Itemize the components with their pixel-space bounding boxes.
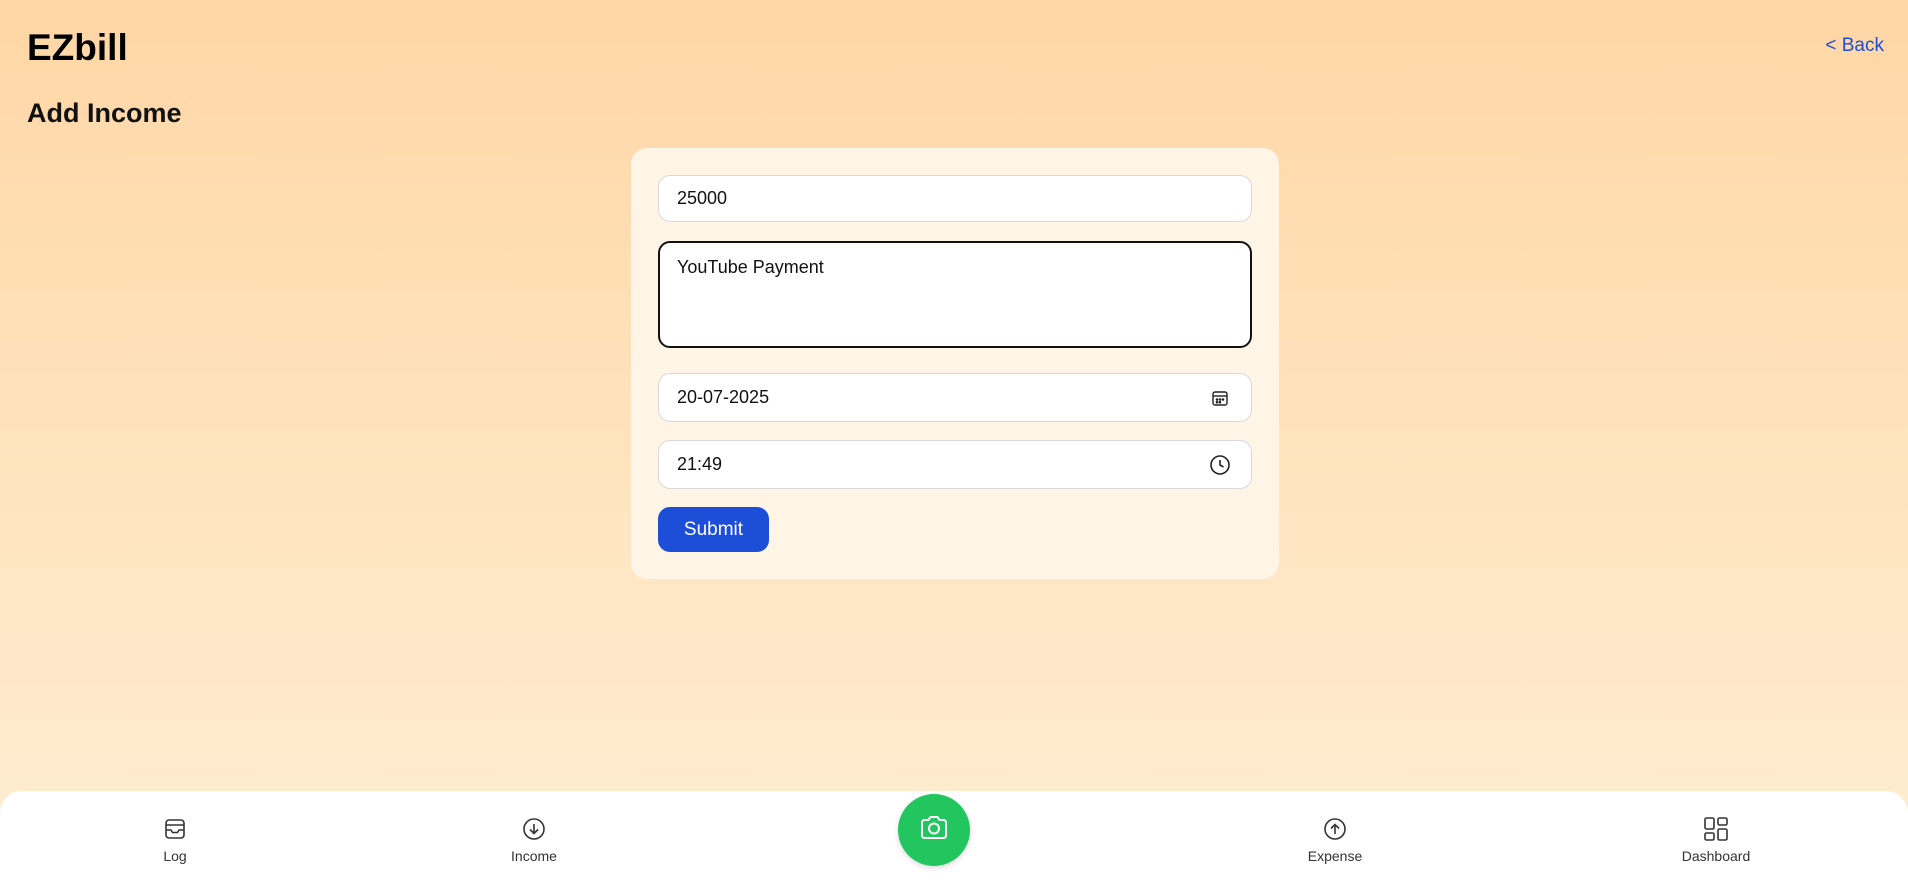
nav-label-dashboard: Dashboard	[1681, 848, 1751, 864]
description-input[interactable]: YouTube Payment	[658, 241, 1252, 348]
nav-item-log[interactable]: Log	[115, 815, 235, 864]
grid-icon	[1702, 815, 1730, 843]
nav-item-income[interactable]: Income	[474, 815, 594, 864]
inbox-icon	[161, 815, 189, 843]
nav-item-expense[interactable]: Expense	[1275, 815, 1395, 864]
date-input[interactable]: 20-07-2025	[658, 373, 1252, 422]
nav-label-income: Income	[511, 848, 557, 864]
arrow-up-circle-icon	[1321, 815, 1349, 843]
clock-icon[interactable]	[1209, 454, 1231, 476]
camera-button[interactable]	[898, 794, 970, 866]
page-title: Add Income	[27, 98, 182, 128]
amount-input[interactable]	[658, 175, 1252, 222]
submit-button[interactable]: Submit	[658, 507, 769, 552]
nav-label-log: Log	[163, 848, 187, 864]
nav-item-dashboard[interactable]: Dashboard	[1656, 815, 1776, 864]
calendar-icon[interactable]	[1209, 387, 1231, 409]
date-value: 20-07-2025	[677, 387, 770, 407]
income-form-card: YouTube Payment 20-07-2025 21:49 Submit	[631, 148, 1279, 579]
arrow-down-circle-icon	[520, 815, 548, 843]
camera-icon	[918, 812, 950, 849]
time-value: 21:49	[677, 454, 723, 474]
nav-label-expense: Expense	[1307, 848, 1363, 864]
app-title: EZbill	[27, 27, 128, 68]
time-input[interactable]: 21:49	[658, 440, 1252, 489]
back-link[interactable]: < Back	[1825, 35, 1884, 57]
